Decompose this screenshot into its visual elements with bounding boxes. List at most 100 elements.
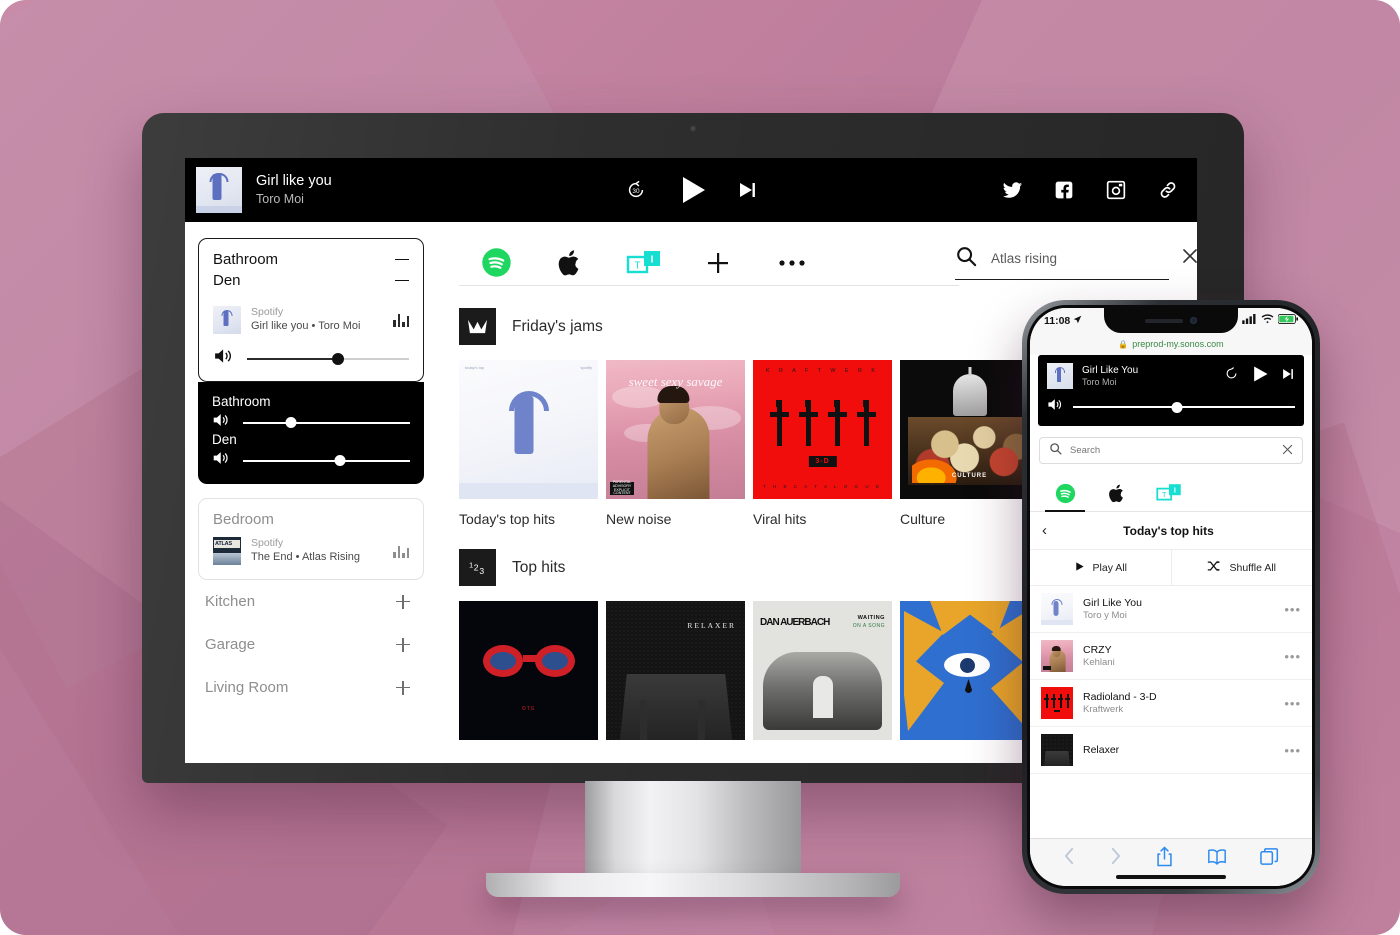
track-title: CRZY [1083, 643, 1112, 656]
tile-todays-top-hits[interactable]: today's top spotify Today's top hits [459, 360, 598, 527]
room-group-card: Bathroom Den Spotify Girl like you • Tor… [198, 238, 424, 383]
clear-search-icon[interactable] [1182, 248, 1197, 269]
more-options-button[interactable] [755, 259, 829, 267]
track-more-button[interactable]: ••• [1284, 649, 1301, 664]
room-name: Bathroom [213, 251, 279, 268]
tile-top-hits-2[interactable]: RELAXER [606, 601, 745, 740]
svg-text:I: I [1174, 486, 1176, 495]
sidebar-item-living-room[interactable]: Living Room [185, 666, 437, 709]
tile-top-hits-1[interactable]: OTS [459, 601, 598, 740]
shuffle-icon [1207, 560, 1221, 575]
track-artist: Kehlani [1083, 656, 1115, 668]
list-item[interactable]: Relaxer ••• [1030, 727, 1312, 774]
replay-30-button[interactable] [1224, 366, 1239, 386]
desktop-player-bar: Girl like you Toro Moi 30 [185, 158, 1197, 222]
group-volume-row [199, 338, 423, 381]
sidebar-item-garage[interactable]: Garage [185, 623, 437, 666]
iphone-screen: 11:08 🔒 preprod-my.sonos.com Girl Like Y… [1030, 308, 1312, 886]
shuffle-all-button[interactable]: Shuffle All [1170, 550, 1313, 585]
apple-music-tab[interactable] [533, 248, 607, 278]
apple-music-tab[interactable] [1091, 475, 1143, 511]
group-room-row[interactable]: Bathroom [213, 249, 409, 270]
tidal-tab[interactable]: T I [607, 248, 681, 278]
group-now-playing[interactable]: Spotify Girl like you • Toro Moi [199, 297, 423, 338]
clear-search-icon[interactable] [1282, 442, 1293, 460]
now-playing-artist: Toro Moi [256, 192, 304, 207]
add-service-button[interactable] [681, 251, 755, 275]
forward-icon[interactable] [1109, 847, 1122, 870]
track-more-button[interactable]: ••• [1284, 602, 1301, 617]
replay-30-button[interactable]: 30 [625, 179, 647, 201]
back-icon[interactable] [1063, 847, 1076, 870]
group-room-list: Bathroom Den [199, 239, 423, 297]
tile-label: New noise [606, 511, 672, 527]
group-room-row[interactable]: Den [213, 270, 409, 291]
speaker-icon [213, 348, 235, 369]
tidal-tab[interactable]: T I [1143, 475, 1195, 511]
link-icon[interactable] [1157, 179, 1179, 201]
now-playing-artwork [196, 167, 242, 213]
remove-room-icon[interactable] [395, 279, 409, 282]
album-art-artist: DAN AUERBACH [760, 617, 830, 628]
room-card-bedroom[interactable]: Bedroom ATLAS Spotify The End • Atlas Ri… [198, 498, 424, 581]
tile-label: Today's top hits [459, 511, 556, 527]
imac-stand-foot [486, 873, 900, 897]
album-art-text: ATLAS [215, 540, 232, 547]
playlist-actions: Play All Shuffle All [1030, 550, 1312, 586]
den-volume-slider[interactable] [243, 454, 410, 468]
speaker-icon [212, 413, 231, 432]
add-room-icon[interactable] [396, 594, 410, 609]
play-all-button[interactable]: Play All [1030, 550, 1171, 585]
tile-viral-hits[interactable]: K R A F T W E R K 3-D T H E C A T A L O … [753, 360, 892, 527]
add-room-icon[interactable] [396, 637, 410, 652]
track-title: Relaxer [1083, 743, 1120, 756]
social-share-group [1001, 179, 1179, 201]
play-icon [1074, 561, 1085, 575]
share-icon[interactable] [1156, 845, 1173, 872]
speaker-icon [1047, 398, 1064, 416]
facebook-icon[interactable] [1053, 179, 1075, 201]
tile-top-hits-3[interactable]: DAN AUERBACH WAITING ON A SONG [753, 601, 892, 740]
add-room-icon[interactable] [396, 680, 410, 695]
album-art-sub2: ON A SONG [852, 623, 885, 629]
track-more-button[interactable]: ••• [1284, 696, 1301, 711]
phone-service-tabs: T I [1030, 475, 1312, 512]
iphone-device: 11:08 🔒 preprod-my.sonos.com Girl Like Y… [1022, 300, 1320, 894]
play-button[interactable] [1250, 364, 1270, 389]
search-input[interactable] [991, 251, 1168, 266]
track-meta: Relaxer [1083, 743, 1274, 757]
phone-search-input[interactable] [1070, 445, 1274, 456]
status-left: 11:08 [1044, 315, 1082, 327]
sidebar-item-kitchen[interactable]: Kitchen [185, 580, 437, 623]
track-more-button[interactable]: ••• [1284, 743, 1301, 758]
status-right [1242, 314, 1298, 327]
next-track-button[interactable] [1281, 367, 1295, 386]
svg-text:30: 30 [632, 188, 640, 195]
browser-url-bar[interactable]: 🔒 preprod-my.sonos.com [1030, 333, 1312, 355]
bookmarks-icon[interactable] [1207, 848, 1227, 870]
spotify-tab[interactable] [459, 247, 533, 278]
twitter-icon[interactable] [1001, 179, 1023, 201]
album-art [900, 601, 1039, 740]
svg-text:T: T [1162, 490, 1167, 499]
bathroom-volume-slider[interactable] [243, 416, 410, 430]
room-volume-row [212, 413, 410, 432]
spotify-tab[interactable] [1039, 475, 1091, 512]
tabs-icon[interactable] [1260, 847, 1279, 871]
list-item[interactable]: Radioland - 3-D Kraftwerk ••• [1030, 680, 1312, 727]
remove-room-icon[interactable] [395, 258, 409, 261]
group-volume-slider[interactable] [247, 352, 409, 366]
album-art-thumbnail [1041, 593, 1073, 625]
play-button[interactable] [675, 173, 709, 207]
list-item[interactable]: Girl Like You Toro y Moi ••• [1030, 586, 1312, 633]
tile-culture[interactable]: CULTURE Culture [900, 360, 1039, 527]
tile-top-hits-4[interactable] [900, 601, 1039, 740]
instagram-icon[interactable] [1105, 179, 1127, 201]
webcam-icon [689, 125, 697, 132]
list-item[interactable]: CRZY Kehlani ••• [1030, 633, 1312, 680]
equalizer-icon [393, 313, 409, 327]
next-track-button[interactable] [737, 180, 757, 200]
track-artist: Atlas Rising [301, 551, 361, 564]
phone-volume-slider[interactable] [1073, 400, 1295, 414]
tile-new-noise[interactable]: sweet sexy savage PARENTAL ADVISORY EXPL… [606, 360, 745, 527]
